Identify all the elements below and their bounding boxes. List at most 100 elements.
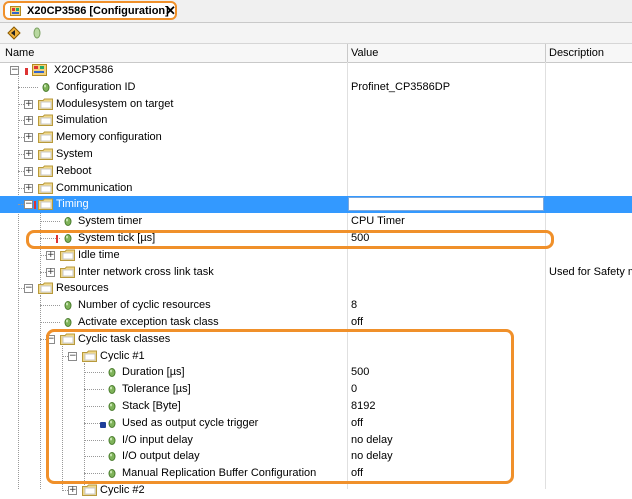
expand-icon[interactable]: + [46,268,55,277]
value-editor-field[interactable] [348,197,544,211]
tree-row-label: Activate exception task class [78,316,219,328]
folder-icon [60,266,75,278]
status-marker-icon [56,235,58,243]
tree-row-modulesystem-on-target[interactable]: + Modulesystem on target [0,96,632,113]
tree-row-manual-replication-buffer-configuration[interactable]: Manual Replication Buffer Configuration o… [0,465,632,482]
tree-row-tolerance[interactable]: Tolerance [µs] 0 [0,381,632,398]
tree-row-cyclic-2[interactable]: + Cyclic #2 [0,482,632,499]
parameter-icon [64,217,72,226]
tree-row-value[interactable]: 500 [351,232,369,244]
expand-icon[interactable]: + [24,133,33,142]
collapse-icon[interactable]: − [24,284,33,293]
tree-row-value[interactable]: 0 [351,383,357,395]
tree-row-duration[interactable]: Duration [µs] 500 [0,364,632,381]
tree-row-label: Configuration ID [56,81,136,93]
tree-row-label: Memory configuration [56,131,162,143]
tree-row-system[interactable]: + System [0,146,632,163]
tree-row-cyclic-task-classes[interactable]: − Cyclic task classes [0,331,632,348]
tree-row-memory-configuration[interactable]: + Memory configuration [0,129,632,146]
tree-row-label: Cyclic task classes [78,333,171,345]
tree-row-label: Manual Replication Buffer Configuration [122,467,317,479]
header-description[interactable]: Description [549,47,604,59]
leaf-icon[interactable] [30,26,44,40]
tree-line [40,322,60,323]
header-name[interactable]: Name [5,47,34,59]
expand-icon[interactable]: + [24,116,33,125]
tree-row-io-input-delay[interactable]: I/O input delay no delay [0,432,632,449]
expand-icon[interactable]: + [46,251,55,260]
folder-icon [38,198,53,210]
tree-row-inter-network-cross-link-task[interactable]: + Inter network cross link task Used for S… [0,264,632,281]
collapse-icon[interactable]: − [46,335,55,344]
tree-row-label: Simulation [56,114,108,126]
tree-row-simulation[interactable]: + Simulation [0,112,632,129]
tree-row-label: Cyclic #2 [100,484,145,496]
tree-row-value[interactable]: 500 [351,366,369,378]
parameter-icon [108,436,116,445]
parameter-icon [108,385,116,394]
tree-row-value[interactable]: no delay [351,434,393,446]
tree-row-value[interactable]: off [351,417,363,429]
expand-icon[interactable]: + [68,486,77,495]
tree-row-resources[interactable]: − Resources [0,280,632,297]
column-resize-handle[interactable] [545,44,546,62]
tree-row-used-as-output-cycle-trigger[interactable]: Used as output cycle trigger off [0,415,632,432]
folder-icon [38,148,53,160]
tree-row-cyclic-1[interactable]: − Cyclic #1 [0,348,632,365]
expand-icon[interactable]: + [24,100,33,109]
tree-row-idle-time[interactable]: + Idle time [0,247,632,264]
folder-icon [82,484,97,496]
tree-row-communication[interactable]: + Communication [0,180,632,197]
tree-line [40,305,60,306]
tree-row-value[interactable]: off [351,316,363,328]
tree-row-reboot[interactable]: + Reboot [0,163,632,180]
tree-row-configuration-id[interactable]: Configuration ID Profinet_CP3586DP [0,79,632,96]
collapse-icon[interactable]: − [68,352,77,361]
parameter-icon [64,318,72,327]
tree-row-label: Number of cyclic resources [78,299,211,311]
close-icon[interactable]: ✕ [165,3,176,18]
tree-line [84,372,104,373]
tree-row-stack[interactable]: Stack [Byte] 8192 [0,398,632,415]
column-header: Name Value Description [0,44,632,63]
collapse-icon[interactable]: − [24,200,33,209]
tree-row-value[interactable]: CPU Timer [351,215,405,227]
tree-row-activate-exception-task-class[interactable]: Activate exception task class off [0,314,632,331]
tree-row-label: X20CP3586 [54,64,114,76]
tree-row-label: Idle time [78,249,120,261]
tree-row-label: Timing [56,198,89,210]
tab-title: X20CP3586 [Configuration] [27,5,169,17]
tree-row-x20cp3586[interactable]: − X20CP3586 [0,62,632,79]
tree-row-label: Communication [56,182,133,194]
tree-row-timing[interactable]: − Timing [0,196,632,213]
tree-row-system-tick[interactable]: System tick [µs] 500 [0,230,632,247]
parameter-icon [108,368,116,377]
tree-row-io-output-delay[interactable]: I/O output delay no delay [0,448,632,465]
folder-icon [38,282,53,294]
parameter-icon [108,452,116,461]
cpu-configuration-icon [10,6,21,16]
collapse-icon[interactable]: − [10,66,19,75]
tree-row-value[interactable]: Profinet_CP3586DP [351,81,450,93]
expand-icon[interactable]: + [24,184,33,193]
tree-row-value[interactable]: no delay [351,450,393,462]
tree-row-number-of-cyclic-resources[interactable]: Number of cyclic resources 8 [0,297,632,314]
expand-icon[interactable]: + [24,167,33,176]
folder-icon [82,350,97,362]
tree-row-value[interactable]: off [351,467,363,479]
tree-row-value[interactable]: 8192 [351,400,375,412]
navigate-icon[interactable] [7,26,21,40]
folder-icon [38,131,53,143]
cpu-icon [32,64,47,76]
folder-icon [60,249,75,261]
tree-row-label: Duration [µs] [122,366,185,378]
header-value[interactable]: Value [351,47,378,59]
tree-row-value[interactable]: 8 [351,299,357,311]
expand-icon[interactable]: + [24,150,33,159]
tree-line [84,389,104,390]
column-resize-handle[interactable] [347,44,348,62]
tree-row-system-timer[interactable]: System timer CPU Timer [0,213,632,230]
configuration-tab[interactable]: X20CP3586 [Configuration] ✕ [3,1,177,20]
parameter-icon [108,402,116,411]
tree-row-label: I/O output delay [122,450,200,462]
